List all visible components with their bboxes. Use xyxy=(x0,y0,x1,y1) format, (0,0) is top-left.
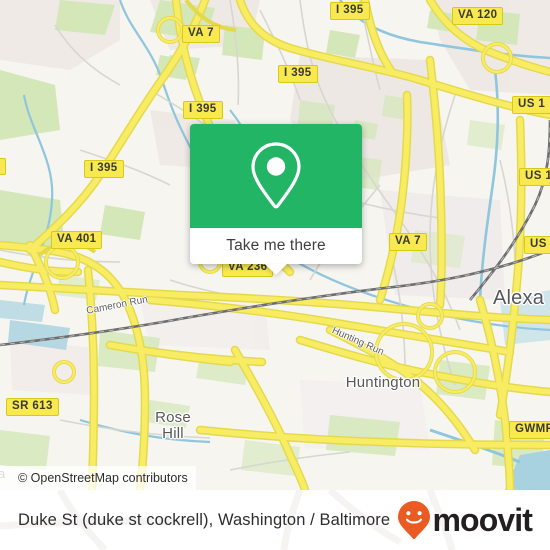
highway-shield[interactable]: GWMP xyxy=(509,421,550,439)
location-popup-card[interactable]: Take me there xyxy=(190,124,362,275)
highway-shield[interactable]: I 395 xyxy=(330,2,370,20)
card-icon-area xyxy=(190,124,362,228)
map-attribution[interactable]: © OpenStreetMap contributors xyxy=(0,466,196,490)
card-pointer-tail xyxy=(265,264,287,275)
highway-shield[interactable]: US 1 xyxy=(512,96,550,114)
highway-shield[interactable]: US 1 xyxy=(524,236,550,254)
card-action-area[interactable]: Take me there xyxy=(190,228,362,275)
map-pin-icon xyxy=(251,142,301,209)
highway-shield[interactable]: I 395 xyxy=(183,101,223,119)
moovit-wordmark: moovit xyxy=(432,502,533,538)
moovit-smiley-pin-icon xyxy=(397,501,430,539)
highway-shield[interactable]: I 395 xyxy=(84,160,124,178)
bottom-info-bar: Duke St (duke st cockrell), Washington /… xyxy=(0,490,550,550)
highway-shield[interactable]: VA 120 xyxy=(452,7,504,25)
stop-title: Duke St (duke st cockrell), Washington /… xyxy=(18,510,391,529)
take-me-there-label: Take me there xyxy=(226,237,326,254)
moovit-brand[interactable]: moovit xyxy=(397,500,533,540)
highway-shield[interactable]: VA 7 xyxy=(182,25,220,43)
highway-shield[interactable]: SR 613 xyxy=(6,398,59,416)
highway-shield[interactable]: VA 7 xyxy=(389,233,427,251)
highway-shield[interactable]: I 395 xyxy=(278,65,318,83)
highway-shield-partial[interactable] xyxy=(0,158,6,175)
moovit-map-screenshot: Alexa Huntington Rose Hill a Cameron Run… xyxy=(0,0,550,550)
highway-shield[interactable]: VA 401 xyxy=(51,231,103,249)
highway-shield[interactable]: US 1 xyxy=(519,168,550,186)
